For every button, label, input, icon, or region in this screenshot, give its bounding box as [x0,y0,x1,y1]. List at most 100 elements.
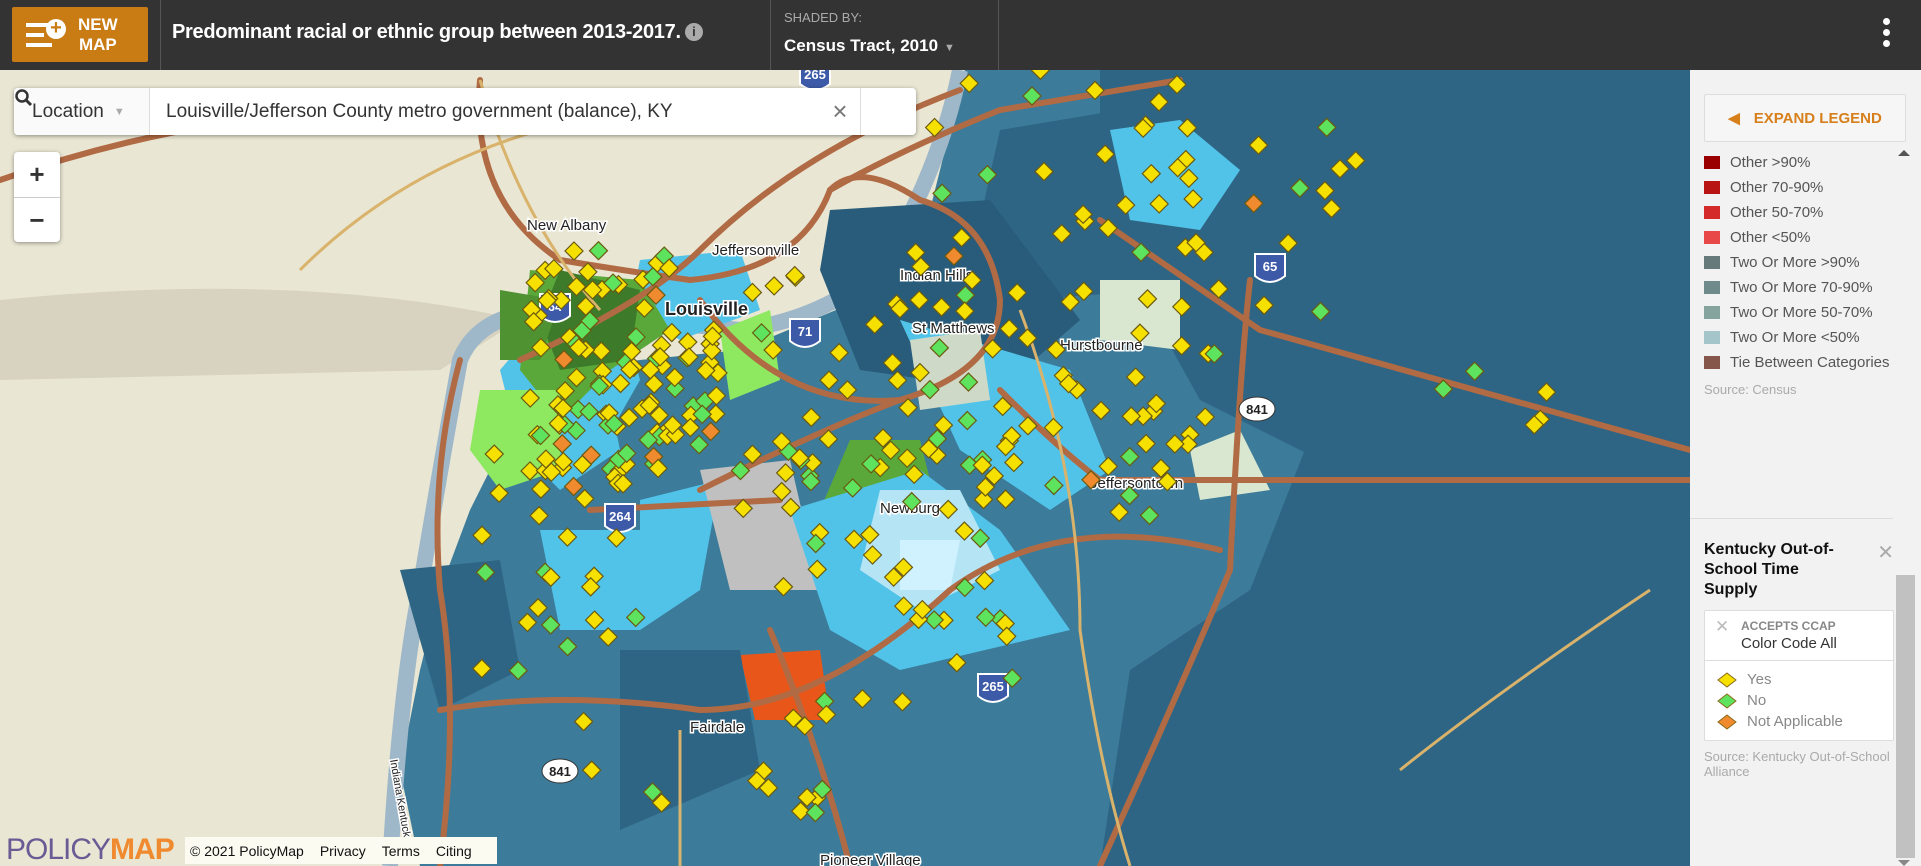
legend-divider [1690,518,1893,519]
diamond-icon [1717,692,1737,709]
location-search-input[interactable]: Louisville/Jefferson County metro govern… [150,101,820,123]
legend-item-label: Two Or More 50-70% [1730,304,1873,321]
expand-legend-button[interactable]: ◀ EXPAND LEGEND [1704,94,1906,142]
legend-item-label: Two Or More <50% [1730,329,1860,346]
legend-swatch [1704,356,1720,369]
label-indian-hills: Indian Hills [900,267,973,284]
point-legend-item: Yes [1705,669,1893,690]
filter-value: Color Code All [1741,635,1837,652]
svg-text:841: 841 [1246,402,1268,417]
diamond-icon [1717,713,1737,730]
shaded-by-value: Census Tract, 2010 [784,36,939,55]
layer-legend-ky-ost: Kentucky Out-of-School Time Supply ✕ ✕ AC… [1704,540,1894,779]
svg-text:265: 265 [804,70,826,82]
legend-items: Other >90% Other 70-90% Other 50-70% Other … [1704,153,1894,397]
filter-header[interactable]: ✕ ACCEPTS CCAP Color Code All [1705,611,1893,661]
legend-item: Tie Between Categories [1704,353,1894,372]
caret-down-icon: ▼ [113,105,125,118]
svg-text:265: 265 [982,679,1004,694]
location-type-label: Location [32,100,104,122]
highway-shield-i71: 71 [789,318,821,348]
top-bar: + NEW MAP Predominant racial or ethnic gr… [0,0,1921,70]
program-point-marker[interactable] [764,276,784,296]
legend-item-label: Other >90% [1730,154,1811,171]
filter-label: ACCEPTS CCAP [1741,619,1836,633]
zoom-in-button[interactable]: + [14,152,60,197]
layer-source: Source: Kentucky Out-of-School Alliance [1704,749,1890,779]
legend-panel: ◀ EXPAND LEGEND Other >90% Other 70-90% Oth… [1690,70,1921,866]
legend-item: Two Or More 50-70% [1704,303,1894,322]
citing-link[interactable]: Citing [436,843,472,859]
legend-swatch [1704,306,1720,319]
info-icon[interactable]: i [684,23,703,41]
search-icon [15,89,33,107]
clear-search-icon[interactable]: × [820,96,860,127]
shaded-by-dropdown[interactable]: SHADED BY: Census Tract, 2010 ▼ [784,10,955,56]
search-button[interactable] [15,88,916,135]
legend-item: Two Or More 70-90% [1704,278,1894,297]
point-legend-label: Not Applicable [1747,713,1843,730]
terms-link[interactable]: Terms [382,843,420,859]
new-map-label-2: MAP [78,34,117,54]
more-menu-icon[interactable] [1880,18,1892,51]
legend-item: Other >90% [1704,153,1894,172]
label-st-matthews: St Matthews [912,320,995,337]
svg-text:841: 841 [549,764,571,779]
highway-shield-i264: 264 [604,503,636,533]
legend-item-label: Other <50% [1730,229,1811,246]
location-search-bar: Location ▼ Louisville/Jefferson County me… [14,88,916,135]
highway-shield-i265a: 265 [799,70,831,91]
label-fairdale: Fairdale [690,719,744,736]
copyright-text: © 2021 PolicyMap [190,842,304,859]
program-point-marker[interactable] [564,241,584,261]
label-pioneer-village: Pioneer Village [820,852,921,866]
legend-item: Two Or More <50% [1704,328,1894,347]
scroll-up-icon[interactable] [1898,150,1910,156]
map-title-text: Predominant racial or ethnic group betwe… [172,21,681,43]
caret-down-icon: ▼ [944,42,955,54]
legend-item: Other 50-70% [1704,203,1894,222]
point-legend-item: Not Applicable [1705,711,1893,732]
new-map-button[interactable]: + NEW MAP [12,7,148,62]
legend-item: Other 70-90% [1704,178,1894,197]
svg-text:264: 264 [609,509,631,524]
map-canvas[interactable]: New Albany Jeffersonville Louisville Ind… [0,70,1690,866]
expand-legend-label: EXPAND LEGEND [1753,109,1882,127]
legend-item: Other <50% [1704,228,1894,247]
legend-swatch [1704,281,1720,294]
program-point-marker[interactable] [588,240,609,261]
program-point-marker[interactable] [784,265,805,286]
legend-item-label: Other 50-70% [1730,204,1824,221]
remove-layer-icon[interactable]: ✕ [1877,540,1894,565]
shaded-by-label: SHADED BY: [784,10,863,25]
highway-shield-r841b: 841 [1238,396,1276,422]
svg-text:71: 71 [798,324,812,339]
point-legend-label: No [1747,692,1767,709]
scroll-down-icon[interactable] [1898,860,1910,866]
point-legend-item: No [1705,690,1893,711]
point-legend-label: Yes [1747,671,1772,688]
map-title: Predominant racial or ethnic group betwe… [172,21,703,44]
zoom-controls: + − [14,152,60,242]
legend-item-label: Tie Between Categories [1730,354,1890,371]
scrollbar-thumb[interactable] [1896,575,1915,858]
map-footer: © 2021 PolicyMap Privacy Terms Citing [185,837,497,864]
legend-item-label: Two Or More 70-90% [1730,279,1873,296]
highway-shield-i65: 65 [1254,253,1286,283]
policymap-logo[interactable]: POLICYMAP [6,833,175,866]
svg-text:65: 65 [1263,259,1277,274]
legend-source: Source: Census [1704,382,1797,397]
privacy-link[interactable]: Privacy [320,843,366,859]
highway-shield-r841a: 841 [541,758,579,784]
clear-filter-icon[interactable]: ✕ [1715,617,1729,637]
label-hurstbourne: Hurstbourne [1060,337,1143,354]
legend-swatch [1704,256,1720,269]
label-louisville: Louisville [665,299,748,319]
diamond-icon [1717,671,1737,688]
new-map-icon: + [26,17,72,53]
zoom-out-button[interactable]: − [14,197,60,242]
new-map-label: NEW [78,14,118,34]
legend-swatch [1704,206,1720,219]
location-type-dropdown[interactable]: Location ▼ [14,88,150,135]
base-map [0,70,1690,866]
